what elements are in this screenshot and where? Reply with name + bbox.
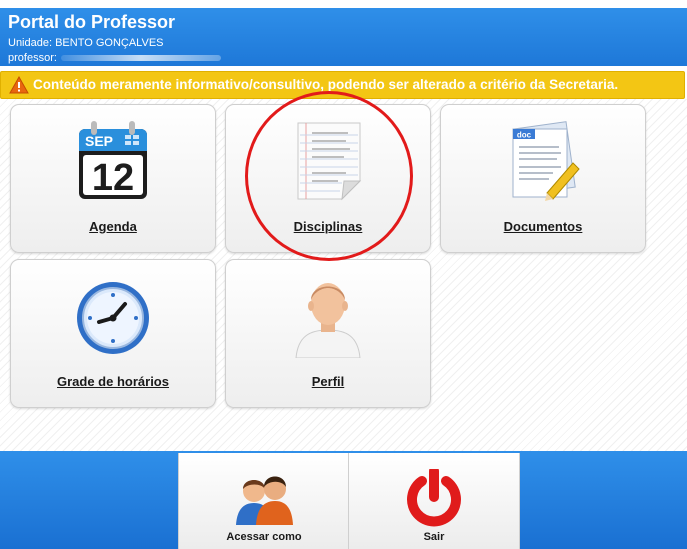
professor-line: professor:: [8, 52, 221, 64]
power-icon: [407, 469, 461, 527]
tile-agenda[interactable]: SEP 12 Agenda: [10, 104, 216, 253]
tile-perfil-label: Perfil: [311, 374, 345, 389]
user-profile-icon: [295, 283, 361, 358]
tile-grade-horarios-label: Grade de horários: [57, 374, 169, 389]
calendar-day: 12: [92, 157, 134, 199]
notepad-icon: [297, 122, 362, 201]
tile-disciplinas-label: Disciplinas: [293, 219, 363, 234]
tile-documentos[interactable]: doc Documentos: [440, 104, 646, 253]
menu-grid: SEP 12 Agenda Disciplinas doc Documentos…: [0, 99, 687, 451]
tile-documentos-label: Documentos: [503, 219, 583, 234]
professor-label: professor:: [8, 52, 57, 64]
access-as-button[interactable]: Acessar como: [178, 453, 350, 549]
app-header: Portal do Professor Unidade: BENTO GONÇA…: [0, 8, 687, 66]
doc-tag: doc: [517, 131, 532, 140]
exit-label: Sair: [423, 531, 445, 543]
document-icon: doc: [512, 121, 580, 201]
tile-agenda-label: Agenda: [89, 219, 137, 234]
tile-grade-horarios[interactable]: Grade de horários: [10, 259, 216, 408]
tile-perfil[interactable]: Perfil: [225, 259, 431, 408]
footer-bar: Acessar como Sair: [0, 451, 687, 549]
warning-icon: [9, 76, 29, 94]
redacted-professor-name: [60, 55, 221, 62]
warning-text: Conteúdo meramente informativo/consultiv…: [33, 77, 619, 92]
clock-icon: [77, 282, 149, 354]
unit-label: Unidade: BENTO GONÇALVES: [8, 37, 164, 49]
calendar-icon: SEP 12: [79, 121, 147, 199]
access-as-label: Acessar como: [226, 531, 302, 543]
warning-banner: Conteúdo meramente informativo/consultiv…: [0, 71, 685, 99]
exit-button[interactable]: Sair: [348, 453, 520, 549]
users-icon: [236, 476, 293, 525]
calendar-month: SEP: [85, 133, 113, 149]
page-title: Portal do Professor: [8, 12, 176, 32]
tile-disciplinas[interactable]: Disciplinas: [225, 104, 431, 253]
